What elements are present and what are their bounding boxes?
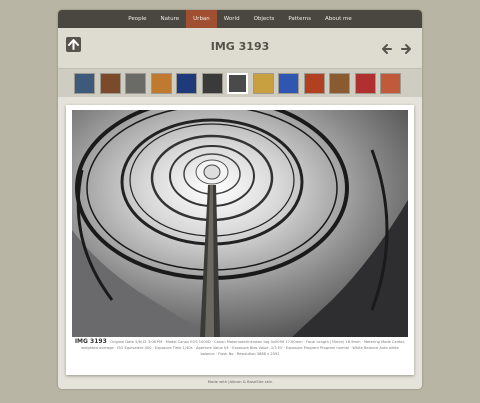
- thumbnail[interactable]: [354, 73, 376, 94]
- thumbnail[interactable]: [150, 73, 172, 94]
- spiral-staircase-image: [72, 110, 408, 337]
- nav-item-people[interactable]: People: [121, 10, 153, 28]
- arrow-left-icon: [382, 44, 392, 54]
- thumbnail[interactable]: [303, 73, 325, 94]
- page-title: IMG 3193: [210, 40, 270, 53]
- next-button[interactable]: [400, 40, 412, 54]
- thumbnail[interactable]: [329, 73, 350, 94]
- gallery-frame: People Nature Urban World Objects Patter…: [58, 10, 422, 389]
- nav-item-objects[interactable]: Objects: [247, 10, 282, 28]
- thumbnail[interactable]: [380, 73, 401, 94]
- arrow-right-icon: [401, 44, 411, 54]
- main-photo[interactable]: [72, 110, 408, 337]
- photo-card: IMG 3193 · Original Date 5/6/12 3:06 PM …: [66, 105, 414, 375]
- nav-item-patterns[interactable]: Patterns: [281, 10, 318, 28]
- caption-title: IMG 3193: [74, 338, 107, 345]
- nav-item-world[interactable]: World: [217, 10, 247, 28]
- nav-item-nature[interactable]: Nature: [154, 10, 187, 28]
- footer-credit: Made with jAlbum & BaseSite skin: [207, 379, 273, 384]
- thumbnail-strip: [58, 68, 422, 97]
- caption-exif: · Original Date 5/6/12 3:06 PM · Model C…: [81, 340, 406, 356]
- nav-item-urban[interactable]: Urban: [186, 10, 217, 28]
- thumbnail[interactable]: [227, 73, 248, 94]
- thumbnail[interactable]: [74, 73, 95, 94]
- main-nav: People Nature Urban World Objects Patter…: [58, 10, 422, 28]
- nav-item-about-me[interactable]: About me: [318, 10, 359, 28]
- thumbnail[interactable]: [201, 73, 223, 94]
- photo-caption: IMG 3193 · Original Date 5/6/12 3:06 PM …: [74, 339, 406, 357]
- title-bar: IMG 3193: [58, 28, 422, 68]
- thumbnail[interactable]: [278, 73, 299, 94]
- previous-button[interactable]: [381, 40, 393, 54]
- thumbnail[interactable]: [176, 73, 197, 94]
- thumbnail[interactable]: [99, 73, 121, 94]
- thumbnail[interactable]: [252, 73, 274, 94]
- thumbnail[interactable]: [125, 73, 146, 94]
